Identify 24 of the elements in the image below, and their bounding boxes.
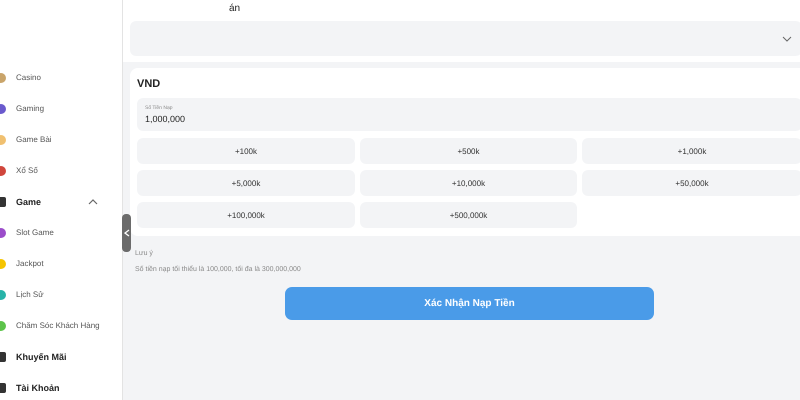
amount-preset-button[interactable]: +5,000k: [137, 170, 355, 196]
amount-preset-button[interactable]: +500,000k: [360, 202, 577, 228]
sidebar-item[interactable]: Game: [0, 186, 122, 217]
amount-preset-button[interactable]: +100k: [137, 138, 355, 164]
amount-preset-button[interactable]: +1,000k: [582, 138, 800, 164]
amount-preset-button[interactable]: +500k: [360, 138, 577, 164]
sidebar-item[interactable]: Jackpot: [0, 248, 122, 279]
collapse-handle[interactable]: [122, 214, 131, 252]
amount-preset-button[interactable]: +50,000k: [582, 170, 800, 196]
page-title: án: [229, 3, 242, 16]
sidebar-item[interactable]: Lịch Sử: [0, 279, 122, 310]
sidebar-item[interactable]: Khuyến Mãi: [0, 341, 122, 372]
sidebar-item[interactable]: Xổ Số: [0, 155, 122, 186]
sidebar-item[interactable]: Game Bài: [0, 124, 122, 155]
chevron-down-icon: [782, 36, 792, 42]
sidebar-item[interactable]: Casino: [0, 62, 122, 93]
amount-preset-button[interactable]: +10,000k: [360, 170, 577, 196]
sidebar-item[interactable]: Tài Khoản: [0, 372, 122, 400]
sidebar-item[interactable]: Gaming: [0, 93, 122, 124]
select-field[interactable]: [130, 21, 800, 56]
sidebar-item[interactable]: Chăm Sóc Khách Hàng: [0, 310, 122, 341]
currency-label: VND: [137, 78, 162, 90]
amount-preset-button[interactable]: +100,000k: [137, 202, 355, 228]
sidebar-item[interactable]: Slot Game: [0, 217, 122, 248]
